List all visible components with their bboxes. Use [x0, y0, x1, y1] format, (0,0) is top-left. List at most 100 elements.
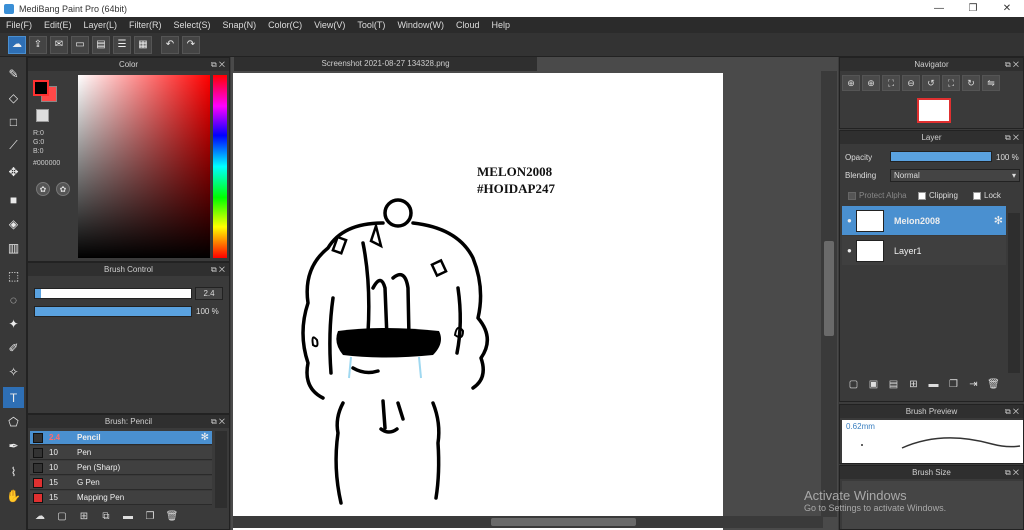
- menu-layer[interactable]: Layer(L): [84, 20, 118, 30]
- layer-opacity-slider[interactable]: [890, 151, 992, 162]
- comment-icon[interactable]: ✉: [50, 35, 68, 54]
- magic-wand-tool-icon[interactable]: ✦: [3, 313, 24, 334]
- panel-close-icon[interactable]: ⧉ ✕: [211, 263, 225, 276]
- brush-size-value[interactable]: 2.4: [195, 287, 223, 300]
- palette-icon[interactable]: ✿: [36, 182, 50, 196]
- panel-close-icon[interactable]: ⧉ ✕: [1005, 131, 1019, 144]
- maximize-button[interactable]: ❐: [956, 0, 990, 17]
- text-tool-icon[interactable]: T: [3, 387, 24, 408]
- blending-select[interactable]: Normal ▾: [890, 169, 1020, 182]
- bucket-tool-icon[interactable]: ◈: [3, 213, 24, 234]
- navigator-thumbnail[interactable]: [917, 98, 951, 123]
- folder-icon[interactable]: ▬: [926, 379, 941, 394]
- grid-icon[interactable]: ▦: [134, 35, 152, 54]
- eyedropper-tool-icon[interactable]: ⌇: [3, 461, 24, 482]
- new-brush-icon[interactable]: ▢: [54, 511, 70, 526]
- folder-icon[interactable]: ▬: [120, 511, 136, 526]
- select-pen-tool-icon[interactable]: ✐: [3, 337, 24, 358]
- brush-item[interactable]: 2.4 Pencil ✻: [30, 431, 212, 445]
- vertical-scroll-thumb[interactable]: [824, 241, 834, 336]
- merge-layer-icon[interactable]: ⇥: [966, 379, 981, 394]
- brush-list-scrollbar[interactable]: [215, 431, 227, 508]
- rotate-left-icon[interactable]: ↺: [922, 75, 940, 91]
- select-eraser-tool-icon[interactable]: ✧: [3, 361, 24, 382]
- add-brush-icon[interactable]: ⊞: [76, 511, 92, 526]
- fit-icon[interactable]: ⛶: [882, 75, 900, 91]
- protect-alpha-checkbox[interactable]: Protect Alpha: [848, 191, 907, 200]
- redo-icon[interactable]: ↷: [182, 35, 200, 54]
- panel-close-icon[interactable]: ⧉ ✕: [1005, 405, 1019, 418]
- layer-row[interactable]: ● Layer1: [842, 236, 1006, 265]
- panel-close-icon[interactable]: ⧉ ✕: [211, 415, 225, 428]
- lasso-tool-icon[interactable]: ◌: [3, 289, 24, 310]
- menu-cloud[interactable]: Cloud: [456, 20, 480, 30]
- new-1bit-layer-icon[interactable]: ▤: [886, 379, 901, 394]
- brush-tool-icon[interactable]: ✎: [3, 63, 24, 84]
- gradient-tool-icon[interactable]: ▥: [3, 237, 24, 258]
- foreground-color-swatch[interactable]: [33, 80, 49, 96]
- gear-icon[interactable]: ✻: [994, 214, 1003, 227]
- gear-icon[interactable]: ✻: [201, 432, 209, 443]
- flip-icon[interactable]: ⇋: [982, 75, 1000, 91]
- panel-close-icon[interactable]: ⧉ ✕: [1005, 58, 1019, 71]
- layer-list-scrollbar[interactable]: [1008, 213, 1020, 373]
- new-halftone-layer-icon[interactable]: ▣: [866, 379, 881, 394]
- panel-close-icon[interactable]: ⧉ ✕: [211, 58, 225, 71]
- cloud-icon[interactable]: ☁: [8, 35, 26, 54]
- close-button[interactable]: ✕: [990, 0, 1024, 17]
- drawing-canvas[interactable]: MELON2008 #HOIDAP247: [233, 73, 723, 530]
- rotate-right-icon[interactable]: ↻: [962, 75, 980, 91]
- shape-tool-icon[interactable]: □: [3, 111, 24, 132]
- delete-layer-icon[interactable]: 🗑: [986, 379, 1001, 394]
- add-layer-menu-icon[interactable]: ⊞: [906, 379, 921, 394]
- visibility-icon[interactable]: ●: [847, 246, 852, 255]
- zoom-out-icon[interactable]: ⊕: [862, 75, 880, 91]
- duplicate-layer-icon[interactable]: ❐: [946, 379, 961, 394]
- duplicate-brush-icon[interactable]: ⧉: [98, 511, 114, 526]
- menu-color[interactable]: Color(C): [268, 20, 302, 30]
- undo-icon[interactable]: ↶: [161, 35, 179, 54]
- menu-file[interactable]: File(F): [6, 20, 32, 30]
- brush-item[interactable]: 15 G Pen: [30, 476, 212, 490]
- horizontal-scroll-thumb[interactable]: [491, 518, 636, 526]
- brush-opacity-slider[interactable]: [34, 306, 192, 317]
- zoom-reset-icon[interactable]: ⊖: [902, 75, 920, 91]
- zoom-in-icon[interactable]: ⊕: [842, 75, 860, 91]
- new-layer-icon[interactable]: ▢: [846, 379, 861, 394]
- move-tool-icon[interactable]: ✥: [3, 161, 24, 182]
- copy-brush-icon[interactable]: ❐: [142, 511, 158, 526]
- list-icon[interactable]: ☰: [113, 35, 131, 54]
- select-rect-tool-icon[interactable]: ⬚: [3, 265, 24, 286]
- menu-tool[interactable]: Tool(T): [357, 20, 385, 30]
- saturation-value-picker[interactable]: [78, 75, 210, 258]
- fullscreen-icon[interactable]: ⛶: [942, 75, 960, 91]
- minimize-button[interactable]: —: [922, 0, 956, 17]
- cloud-brush-icon[interactable]: ☁: [32, 511, 48, 526]
- document-tab[interactable]: Screenshot 2021-08-27 134328.png: [234, 57, 537, 71]
- brush-item[interactable]: 10 Pen (Sharp): [30, 461, 212, 475]
- menu-edit[interactable]: Edit(E): [44, 20, 72, 30]
- layer-row[interactable]: ● Melon2008 ✻: [842, 206, 1006, 235]
- menu-help[interactable]: Help: [491, 20, 510, 30]
- fill-rect-tool-icon[interactable]: ■: [3, 189, 24, 210]
- share-icon[interactable]: ⇪: [29, 35, 47, 54]
- brush-size-slider[interactable]: [34, 288, 192, 299]
- panel-close-icon[interactable]: ⧉ ✕: [1005, 466, 1019, 479]
- menu-filter[interactable]: Filter(R): [129, 20, 162, 30]
- hue-slider[interactable]: [213, 75, 227, 258]
- lock-checkbox[interactable]: Lock: [973, 191, 1001, 200]
- menu-window[interactable]: Window(W): [397, 20, 444, 30]
- delete-brush-icon[interactable]: 🗑: [164, 511, 180, 526]
- hand-tool-icon[interactable]: ✋: [3, 485, 24, 506]
- color-picker-icon[interactable]: ✿: [56, 182, 70, 196]
- eraser-tool-icon[interactable]: ◇: [3, 87, 24, 108]
- clipping-checkbox[interactable]: Clipping: [918, 191, 958, 200]
- dropper-tool-icon[interactable]: ✒: [3, 435, 24, 456]
- line-tool-icon[interactable]: ⟋: [3, 135, 24, 156]
- menu-view[interactable]: View(V): [314, 20, 345, 30]
- brush-item[interactable]: 15 Mapping Pen: [30, 491, 212, 505]
- document-icon[interactable]: ▤: [92, 35, 110, 54]
- canvas-vertical-scrollbar[interactable]: [821, 71, 837, 517]
- transparent-color-swatch[interactable]: [36, 109, 49, 122]
- visibility-icon[interactable]: ●: [847, 216, 852, 225]
